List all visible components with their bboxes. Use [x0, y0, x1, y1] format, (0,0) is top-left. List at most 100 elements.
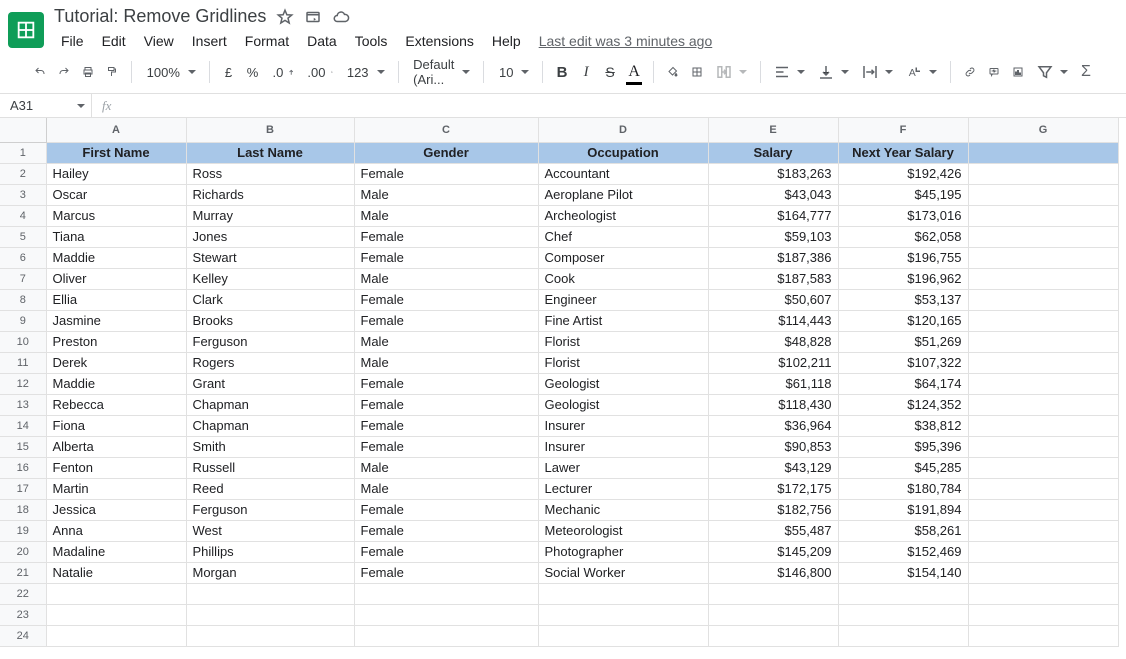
cell[interactable]: Russell — [186, 457, 354, 478]
cell[interactable]: Florist — [538, 331, 708, 352]
cell[interactable]: Kelley — [186, 268, 354, 289]
cell[interactable]: $187,386 — [708, 247, 838, 268]
cell[interactable] — [46, 625, 186, 646]
font-size-combo[interactable]: 10 — [491, 65, 535, 80]
cell[interactable]: Female — [354, 373, 538, 394]
cell[interactable]: Maddie — [46, 247, 186, 268]
cell[interactable]: $124,352 — [838, 394, 968, 415]
cell[interactable]: $55,487 — [708, 520, 838, 541]
cell[interactable]: Ferguson — [186, 499, 354, 520]
cell[interactable]: Grant — [186, 373, 354, 394]
cell[interactable]: Photographer — [538, 541, 708, 562]
menu-edit[interactable]: Edit — [95, 29, 133, 53]
cell[interactable]: $43,129 — [708, 457, 838, 478]
cell[interactable]: Salary — [708, 142, 838, 163]
cell[interactable]: Female — [354, 394, 538, 415]
bold-button[interactable]: B — [550, 58, 574, 86]
row-header[interactable]: 12 — [0, 373, 46, 394]
row-header[interactable]: 20 — [0, 541, 46, 562]
cell[interactable]: $58,261 — [838, 520, 968, 541]
cell[interactable]: Insurer — [538, 436, 708, 457]
cell[interactable]: Female — [354, 415, 538, 436]
percent-button[interactable]: % — [241, 58, 265, 86]
cell[interactable]: Ross — [186, 163, 354, 184]
row-header[interactable]: 16 — [0, 457, 46, 478]
cell[interactable]: Martin — [46, 478, 186, 499]
cell[interactable]: $154,140 — [838, 562, 968, 583]
cell[interactable]: Anna — [46, 520, 186, 541]
cell[interactable] — [968, 163, 1118, 184]
menu-view[interactable]: View — [137, 29, 181, 53]
row-header[interactable]: 2 — [0, 163, 46, 184]
cell[interactable]: $45,285 — [838, 457, 968, 478]
cell[interactable]: Reed — [186, 478, 354, 499]
borders-button[interactable] — [685, 58, 709, 86]
row-header[interactable]: 18 — [0, 499, 46, 520]
cell[interactable]: $64,174 — [838, 373, 968, 394]
paint-format-button[interactable] — [100, 58, 124, 86]
cell[interactable]: Murray — [186, 205, 354, 226]
cell[interactable]: Madaline — [46, 541, 186, 562]
cell[interactable] — [968, 268, 1118, 289]
cell[interactable]: $62,058 — [838, 226, 968, 247]
cell[interactable]: $118,430 — [708, 394, 838, 415]
row-header[interactable]: 10 — [0, 331, 46, 352]
row-header[interactable]: 6 — [0, 247, 46, 268]
cell[interactable]: Male — [354, 205, 538, 226]
cell[interactable] — [46, 583, 186, 604]
link-button[interactable] — [958, 58, 982, 86]
spreadsheet-grid[interactable]: A B C D E F G 1 First Name Last Name Gen… — [0, 118, 1119, 647]
cell[interactable]: Insurer — [538, 415, 708, 436]
cell[interactable]: Female — [354, 310, 538, 331]
col-header[interactable]: F — [838, 118, 968, 142]
cell[interactable]: Lawer — [538, 457, 708, 478]
menu-data[interactable]: Data — [300, 29, 344, 53]
col-header[interactable]: A — [46, 118, 186, 142]
cell[interactable]: Occupation — [538, 142, 708, 163]
star-icon[interactable] — [276, 8, 294, 26]
wrap-button[interactable] — [855, 63, 899, 81]
cell[interactable]: Stewart — [186, 247, 354, 268]
row-header[interactable]: 8 — [0, 289, 46, 310]
cell[interactable] — [968, 331, 1118, 352]
cell[interactable]: Female — [354, 562, 538, 583]
row-header[interactable]: 5 — [0, 226, 46, 247]
functions-button[interactable]: Σ — [1074, 58, 1098, 86]
cell[interactable]: Mechanic — [538, 499, 708, 520]
cell[interactable] — [968, 562, 1118, 583]
cell[interactable]: Marcus — [46, 205, 186, 226]
cell[interactable]: $45,195 — [838, 184, 968, 205]
cell[interactable] — [968, 184, 1118, 205]
cell[interactable]: $145,209 — [708, 541, 838, 562]
cell[interactable]: Florist — [538, 352, 708, 373]
cell[interactable] — [708, 604, 838, 625]
text-color-button[interactable]: A — [622, 58, 646, 86]
cell[interactable]: Jessica — [46, 499, 186, 520]
select-all-corner[interactable] — [0, 118, 46, 142]
cell[interactable]: $53,137 — [838, 289, 968, 310]
cell[interactable]: Chef — [538, 226, 708, 247]
cell[interactable] — [968, 457, 1118, 478]
cell[interactable]: Phillips — [186, 541, 354, 562]
cell[interactable]: $164,777 — [708, 205, 838, 226]
cell[interactable] — [968, 604, 1118, 625]
cell[interactable] — [968, 415, 1118, 436]
cell[interactable]: Oliver — [46, 268, 186, 289]
cell[interactable]: Ferguson — [186, 331, 354, 352]
cell[interactable]: $172,175 — [708, 478, 838, 499]
row-header[interactable]: 19 — [0, 520, 46, 541]
cell[interactable]: Meteorologist — [538, 520, 708, 541]
cell[interactable]: $59,103 — [708, 226, 838, 247]
cell[interactable]: Tiana — [46, 226, 186, 247]
cell[interactable] — [968, 583, 1118, 604]
cell[interactable]: $51,269 — [838, 331, 968, 352]
document-title[interactable]: Tutorial: Remove Gridlines — [54, 6, 266, 27]
cell[interactable]: West — [186, 520, 354, 541]
print-button[interactable] — [76, 58, 100, 86]
currency-button[interactable]: £ — [217, 58, 241, 86]
cell[interactable]: Male — [354, 331, 538, 352]
cell[interactable]: Composer — [538, 247, 708, 268]
cell[interactable]: Jasmine — [46, 310, 186, 331]
cell[interactable]: Oscar — [46, 184, 186, 205]
cell[interactable]: $61,118 — [708, 373, 838, 394]
